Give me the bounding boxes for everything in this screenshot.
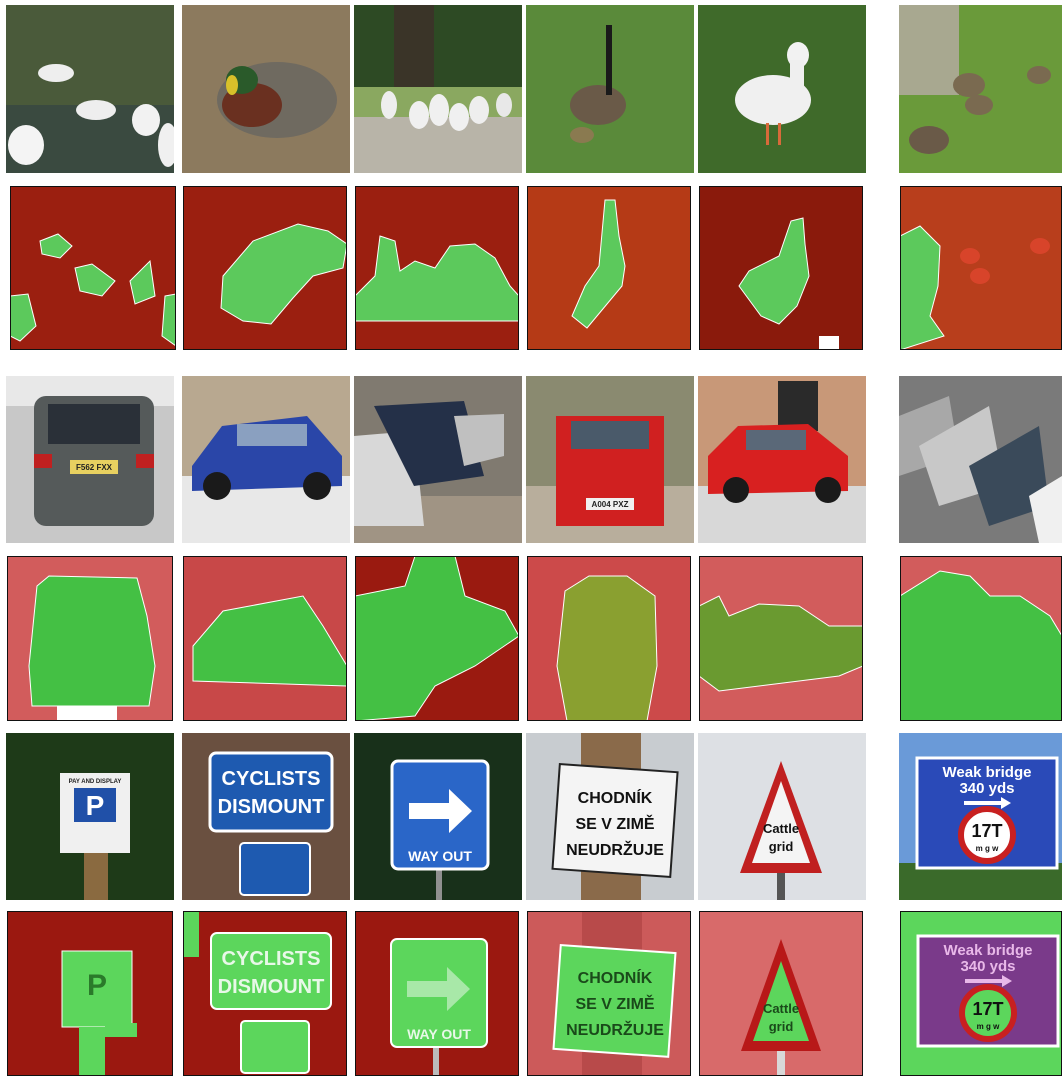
licence-plate-car1: F562 FXX [76,463,113,472]
photo-chodnik-sign: CHODNÍK SE V ZIMĚ NEUDRŽUJE [526,733,694,900]
photo-ducklings [899,5,1062,173]
chodnik-line2-seg-text: SE V ZIMĚ [575,994,654,1013]
licence-plate-car4: A004 PXZ [592,500,629,509]
weak-bridge-line2-seg-text: 340 yds [960,958,1015,975]
cattle-line2-seg-text: grid [769,1019,794,1034]
cattle-line2-text: grid [769,839,794,854]
weak-bridge-line2-text: 340 yds [959,780,1014,797]
weak-bridge-line1-seg-text: Weak bridge [944,942,1033,959]
weight-unit-text: m g w [976,844,999,853]
segmentation-way-out-sign: WAY OUT [355,911,519,1076]
segmentation-cattle-grid-sign: Cattle grid [699,911,863,1076]
weak-bridge-line1-text: Weak bridge [943,764,1032,781]
photo-parked-cars [354,376,522,543]
photo-weak-bridge-sign: Weak bridge 340 yds 17T m g w [899,733,1062,900]
photo-swans-on-water [6,5,174,173]
photo-grey-hatchback: F562 FXX [6,376,174,543]
cattle-line1-seg-text: Cattle [763,1001,799,1016]
photo-cyclists-sign: CYCLISTS DISMOUNT [182,733,350,900]
segmentation-cars-row [900,556,1062,721]
segmentation-parked-cars [355,556,519,721]
photo-cattle-grid-sign: Cattle grid [698,733,866,900]
photo-way-out-sign: WAY OUT [354,733,522,900]
segmentation-ducklings [900,186,1062,350]
photo-white-duck [698,5,866,173]
segmentation-weak-bridge-sign: Weak bridge 340 yds 17T m g w [900,911,1062,1076]
cyclists-line1-text: CYCLISTS [222,768,321,790]
weight-limit-text: 17T [971,821,1002,841]
cattle-line1-text: Cattle [763,821,799,836]
segmentation-chodnik-sign: CHODNÍK SE V ZIMĚ NEUDRŽUJE [527,911,691,1076]
photo-mallard-duck [182,5,350,173]
way-out-seg-text: WAY OUT [407,1026,471,1042]
weight-limit-seg-text: 17T [972,999,1003,1019]
chodnik-line3-seg-text: NEUDRŽUJE [566,1020,664,1039]
segmentation-grey-hatchback [7,556,173,721]
photo-parking-sign: PAY AND DISPLAY P [6,733,174,900]
chodnik-line1-text: CHODNÍK [578,788,653,807]
segmentation-white-duck [699,186,863,350]
segmentation-parking-sign: P [7,911,173,1076]
chodnik-line3-text: NEUDRŽUJE [566,840,664,859]
photo-canada-goose [526,5,694,173]
pay-display-text: PAY AND DISPLAY [69,779,122,785]
photo-cars-row [899,376,1062,543]
photo-red-car-front: A004 PXZ [526,376,694,543]
way-out-text: WAY OUT [408,848,472,864]
photo-blue-hatchback [182,376,350,543]
photo-red-hatchback-side [698,376,866,543]
cyclists-line2-seg-text: DISMOUNT [218,976,325,998]
chodnik-line1-seg-text: CHODNÍK [578,968,653,987]
segmentation-red-hatchback [699,556,863,721]
photo-geese-flock [354,5,522,173]
parking-letter-text: P [86,790,105,821]
weight-unit-seg-text: m g w [977,1022,1000,1031]
segmentation-red-car-front [527,556,691,721]
segmentation-mallard [183,186,347,350]
segmentation-canada-goose [527,186,691,350]
segmentation-swans [10,186,176,350]
segmentation-cyclists-sign: CYCLISTS DISMOUNT [183,911,347,1076]
segmentation-geese-flock [355,186,519,350]
cyclists-line1-seg-text: CYCLISTS [222,948,321,970]
parking-letter-seg-text: P [87,969,107,1002]
segmentation-blue-hatchback [183,556,347,721]
cyclists-line2-text: DISMOUNT [218,796,325,818]
chodnik-line2-text: SE V ZIMĚ [575,814,654,833]
